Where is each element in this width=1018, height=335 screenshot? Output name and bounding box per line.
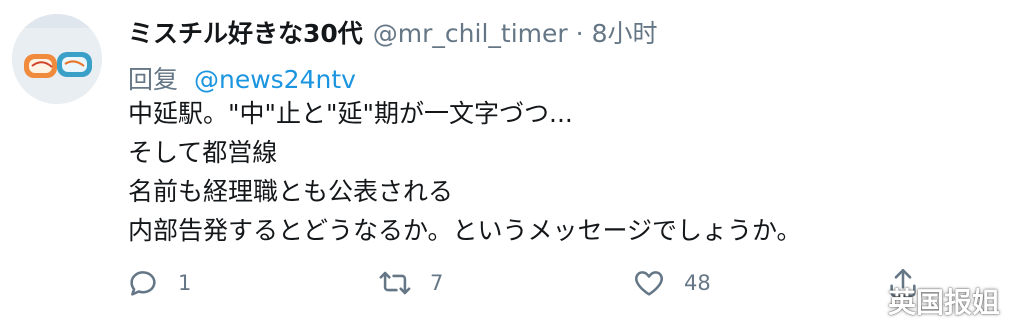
- tweet-line: そして都営線: [128, 138, 278, 167]
- wechat-icon: [846, 286, 882, 315]
- watermark: 英国报姐: [846, 281, 1000, 321]
- tweet-header: ミスチル好きな30代 @mr_chil_timer · 8小时: [128, 14, 658, 50]
- like-count: 48: [684, 271, 711, 295]
- retweet-count: 7: [430, 271, 444, 295]
- tweet-timestamp[interactable]: 8小时: [592, 14, 658, 50]
- avatar-image: [12, 14, 102, 104]
- reply-to-link[interactable]: @news24ntv: [194, 65, 356, 94]
- avatar[interactable]: [12, 14, 102, 104]
- tweet-line: 名前も経理職とも公表される: [128, 177, 454, 206]
- reply-action[interactable]: 1: [126, 266, 191, 300]
- tweet-line: 内部告発するとどうなるか。というメッセージでしょうか。: [128, 216, 802, 245]
- reply-icon: [130, 271, 156, 296]
- retweet-action[interactable]: 7: [378, 266, 443, 300]
- user-handle[interactable]: @mr_chil_timer: [373, 19, 568, 48]
- header-separator: ·: [575, 19, 584, 48]
- retweet-icon: [379, 271, 411, 295]
- reply-context: 回复 @news24ntv: [128, 60, 356, 96]
- like-action[interactable]: 48: [632, 266, 711, 300]
- reply-prefix: 回复: [128, 65, 179, 94]
- watermark-text: 英国报姐: [887, 286, 1000, 319]
- display-name[interactable]: ミスチル好きな30代: [128, 14, 363, 50]
- reply-count: 1: [178, 271, 192, 295]
- tweet-line: 中延駅。"中"止と"延"期が一文字づつ...: [128, 99, 573, 128]
- tweet-text: 中延駅。"中"止と"延"期が一文字づつ... そして都営線 名前も経理職とも公表…: [128, 94, 802, 250]
- heart-icon: [635, 271, 663, 296]
